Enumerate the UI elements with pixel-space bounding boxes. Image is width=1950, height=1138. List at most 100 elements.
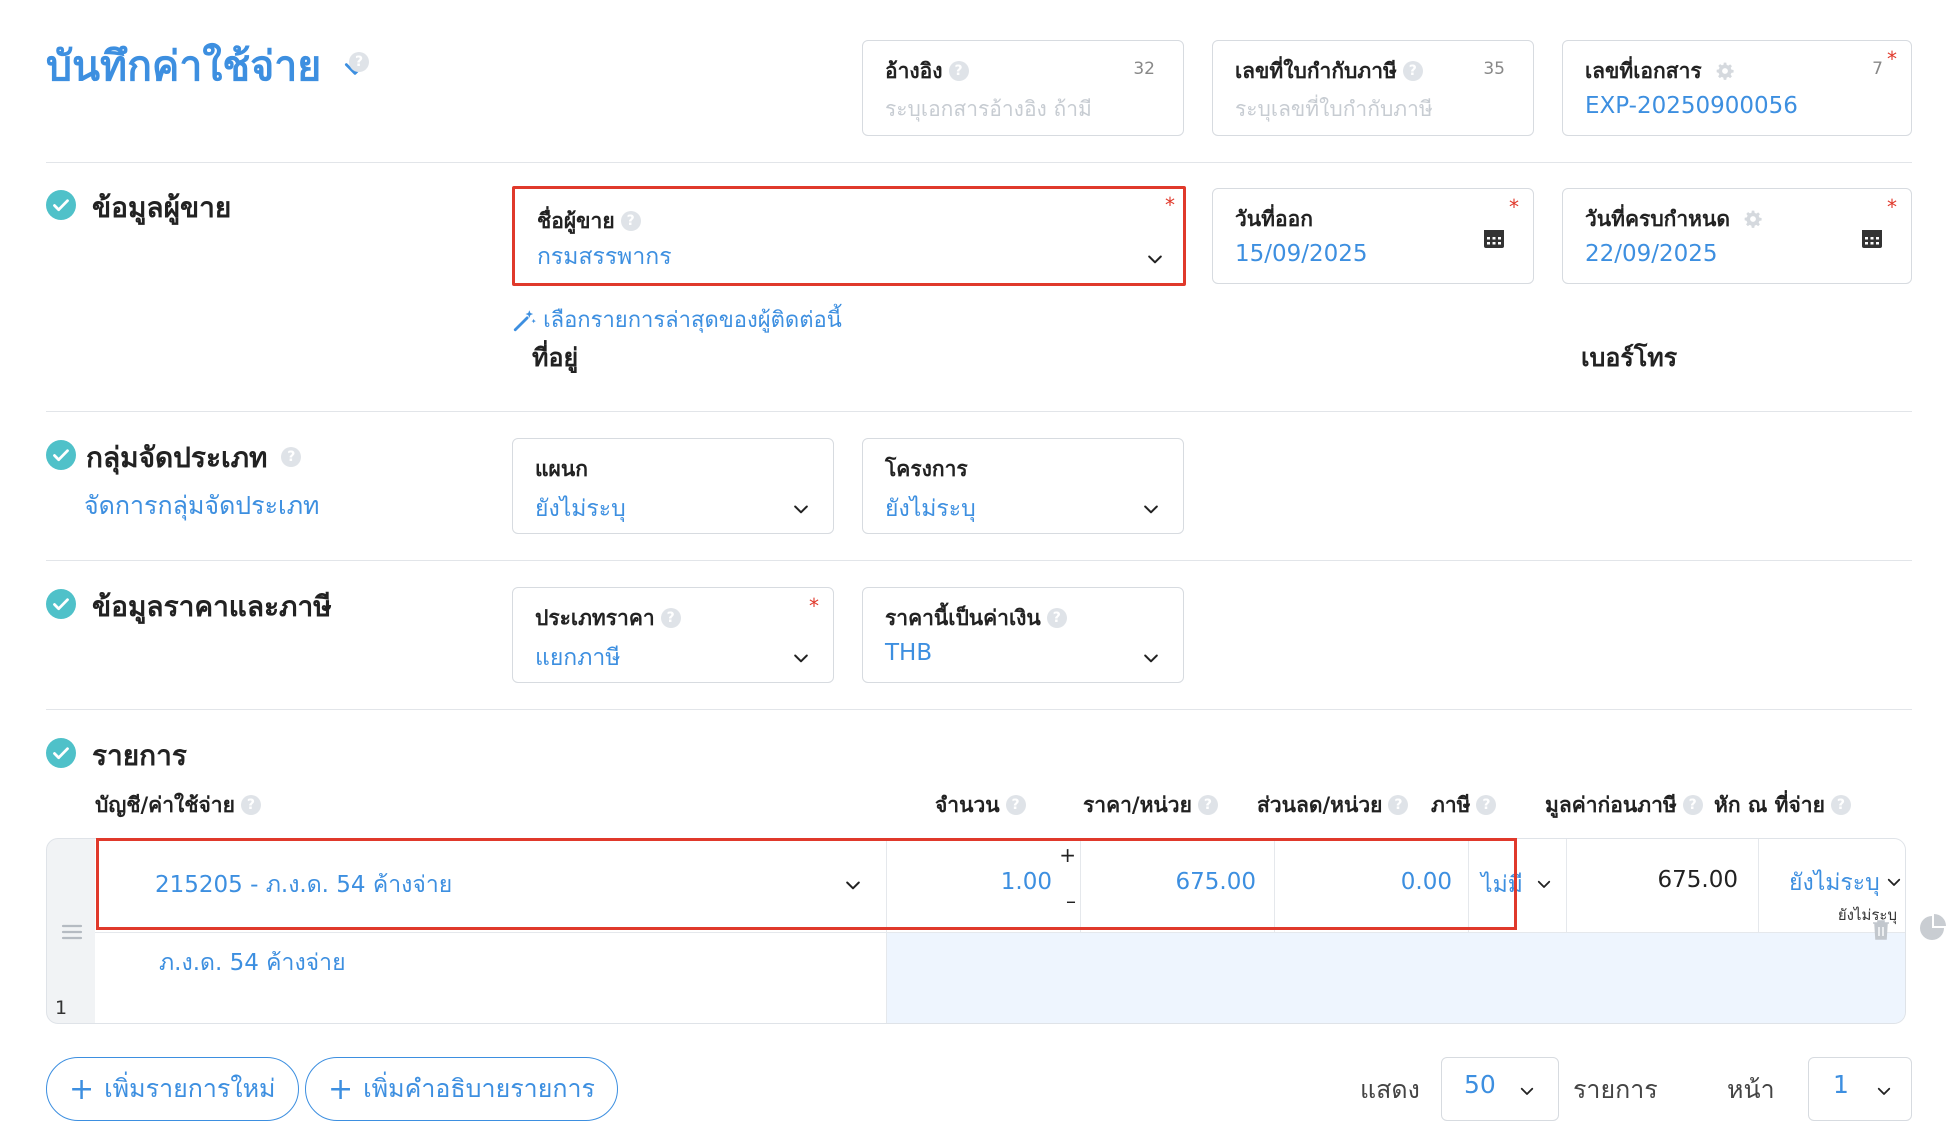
page-size-value: 50 <box>1464 1070 1496 1099</box>
calendar-icon[interactable] <box>1483 227 1505 249</box>
page-select[interactable]: 1 <box>1808 1057 1912 1121</box>
help-icon[interactable]: ? <box>1476 794 1497 815</box>
discount-value: 0.00 <box>1400 869 1452 895</box>
currency-value: THB <box>885 640 933 666</box>
help-icon[interactable]: ? <box>1830 794 1851 815</box>
help-icon[interactable]: ? <box>1046 607 1067 628</box>
check-circle-icon <box>46 589 76 619</box>
section-title-classification: กลุ่มจัดประเภท ? <box>86 436 302 480</box>
department-label: แผนก <box>535 457 588 481</box>
tax-invoice-counter: 35 <box>1483 59 1505 79</box>
wht-value: ยังไม่ระบุ <box>1789 870 1880 896</box>
reference-label: อ้างอิง <box>885 59 943 83</box>
issue-date-field[interactable]: วันที่ออก * 15/09/2025 <box>1212 188 1534 284</box>
increment-icon[interactable]: + <box>1059 843 1076 867</box>
reference-input[interactable]: ระบุเอกสารอ้างอิง ถ้ามี <box>885 93 1092 126</box>
reference-counter: 32 <box>1133 59 1155 79</box>
chevron-down-icon <box>1520 1087 1534 1095</box>
currency-select[interactable]: ราคานี้เป็นค่าเงิน? THB <box>862 587 1184 683</box>
unit-price-input[interactable]: 675.00 <box>1081 839 1275 932</box>
help-icon[interactable]: ? <box>1388 794 1409 815</box>
issue-date-label: วันที่ออก <box>1235 207 1313 231</box>
help-icon[interactable]: ? <box>1682 794 1703 815</box>
description-input[interactable]: ภ.ง.ด. 54 ค้างจ่าย <box>95 932 887 1023</box>
help-icon[interactable]: ? <box>948 60 969 81</box>
gear-icon[interactable] <box>1715 61 1735 81</box>
chevron-down-icon <box>1148 255 1162 264</box>
items-label: รายการ <box>1573 1075 1658 1104</box>
drag-handle-icon[interactable] <box>61 923 83 941</box>
divider <box>46 162 1912 163</box>
add-description-label: เพิ่มคำอธิบายรายการ <box>363 1074 595 1103</box>
account-select[interactable]: 215205 - ภ.ง.ด. 54 ค้างจ่าย <box>95 839 887 932</box>
section-title-vendor: ข้อมูลผู้ขาย <box>92 191 232 224</box>
department-select[interactable]: แผนก ยังไม่ระบุ <box>512 438 834 534</box>
issue-date-input[interactable]: 15/09/2025 <box>1235 241 1368 267</box>
help-icon[interactable]: ? <box>660 607 681 628</box>
tax-invoice-field[interactable]: เลขที่ใบกำกับภาษี? 35 ระบุเลขที่ใบกำกับภ… <box>1212 40 1534 136</box>
column-header-qty-text: จำนวน <box>935 793 1000 817</box>
chevron-down-icon <box>1887 878 1901 886</box>
qty-input[interactable]: 1.00 + – <box>887 839 1081 932</box>
calendar-icon[interactable] <box>1861 227 1883 249</box>
due-date-field[interactable]: วันที่ครบกำหนด * 22/09/2025 <box>1562 188 1912 284</box>
required-mark: * <box>809 594 819 618</box>
decrement-icon[interactable]: – <box>1066 889 1076 913</box>
address-label: ที่อยู่ <box>532 343 579 372</box>
column-header-tax: ภาษี? <box>1431 789 1497 822</box>
price-type-label: ประเภทราคา <box>535 606 655 630</box>
reference-field[interactable]: อ้างอิง? 32 ระบุเอกสารอ้างอิง ถ้ามี <box>862 40 1184 136</box>
check-circle-icon <box>46 738 76 768</box>
chevron-down-icon <box>1144 505 1158 514</box>
project-select[interactable]: โครงการ ยังไม่ระบุ <box>862 438 1184 534</box>
vendor-name-select[interactable]: ชื่อผู้ขาย? * กรมสรรพากร <box>512 186 1186 286</box>
check-circle-icon <box>46 440 76 470</box>
column-header-discount: ส่วนลด/หน่วย? <box>1257 789 1409 822</box>
project-value: ยังไม่ระบุ <box>885 496 976 522</box>
pie-chart-icon[interactable] <box>1918 914 1946 942</box>
column-header-wht-text: หัก ณ ที่จ่าย <box>1714 793 1825 817</box>
document-no-input[interactable]: EXP-20250900056 <box>1585 93 1798 119</box>
manage-classification-link[interactable]: จัดการกลุ่มจัดประเภท <box>84 486 320 526</box>
help-icon[interactable]: ? <box>1402 60 1423 81</box>
column-header-pre-tax: มูลค่าก่อนภาษี? <box>1545 789 1703 822</box>
trash-icon[interactable] <box>1871 919 1891 941</box>
price-type-select[interactable]: ประเภทราคา? * แยกภาษี <box>512 587 834 683</box>
phone-label: เบอร์โทร <box>1581 343 1678 372</box>
plus-icon: + <box>328 1071 354 1107</box>
section-title-classification-text: กลุ่มจัดประเภท <box>86 441 268 474</box>
tax-select[interactable]: ไม่มี <box>1469 839 1567 932</box>
check-circle-icon <box>46 190 76 220</box>
add-item-button[interactable]: + เพิ่มรายการใหม่ <box>46 1057 299 1121</box>
due-date-input[interactable]: 22/09/2025 <box>1585 241 1718 267</box>
recent-items-link[interactable]: เลือกรายการล่าสุดของผู้ติดต่อนี้ <box>512 302 842 337</box>
vendor-name-label: ชื่อผู้ขาย <box>537 209 615 233</box>
page-value: 1 <box>1833 1070 1849 1099</box>
recent-items-text: เลือกรายการล่าสุดของผู้ติดต่อนี้ <box>543 308 842 333</box>
discount-input[interactable]: 0.00 <box>1275 839 1469 932</box>
column-header-pre-tax-text: มูลค่าก่อนภาษี <box>1545 793 1677 817</box>
help-icon[interactable]: ? <box>1005 794 1026 815</box>
column-header-unit-price-text: ราคา/หน่วย <box>1083 793 1192 817</box>
document-no-field[interactable]: เลขที่เอกสาร 7 * EXP-20250900056 <box>1562 40 1912 136</box>
add-description-button[interactable]: + เพิ่มคำอธิบายรายการ <box>305 1057 618 1121</box>
help-icon[interactable]: ? <box>349 52 369 72</box>
page-title[interactable]: บันทึกค่าใช้จ่าย <box>46 34 368 99</box>
page-title-text: บันทึกค่าใช้จ่าย <box>46 42 322 90</box>
help-icon[interactable]: ? <box>620 210 641 231</box>
help-icon[interactable]: ? <box>1197 794 1218 815</box>
table-row: 1 215205 - ภ.ง.ด. 54 ค้างจ่าย ภ.ง.ด. 54 … <box>46 838 1906 1024</box>
chevron-down-icon <box>846 881 860 890</box>
tax-value: ไม่มี <box>1481 872 1523 898</box>
document-no-label: เลขที่เอกสาร <box>1585 59 1702 83</box>
help-icon[interactable]: ? <box>281 447 302 467</box>
gear-icon[interactable] <box>1743 209 1763 229</box>
help-icon[interactable]: ? <box>240 794 261 815</box>
column-header-wht: หัก ณ ที่จ่าย? <box>1714 789 1851 822</box>
chevron-down-icon <box>1877 1087 1891 1095</box>
page-size-select[interactable]: 50 <box>1441 1057 1559 1121</box>
tax-invoice-input[interactable]: ระบุเลขที่ใบกำกับภาษี <box>1235 93 1433 126</box>
magic-wand-icon <box>513 309 536 331</box>
divider <box>46 411 1912 412</box>
column-header-account: บัญชี/ค่าใช้จ่าย? <box>95 789 261 822</box>
